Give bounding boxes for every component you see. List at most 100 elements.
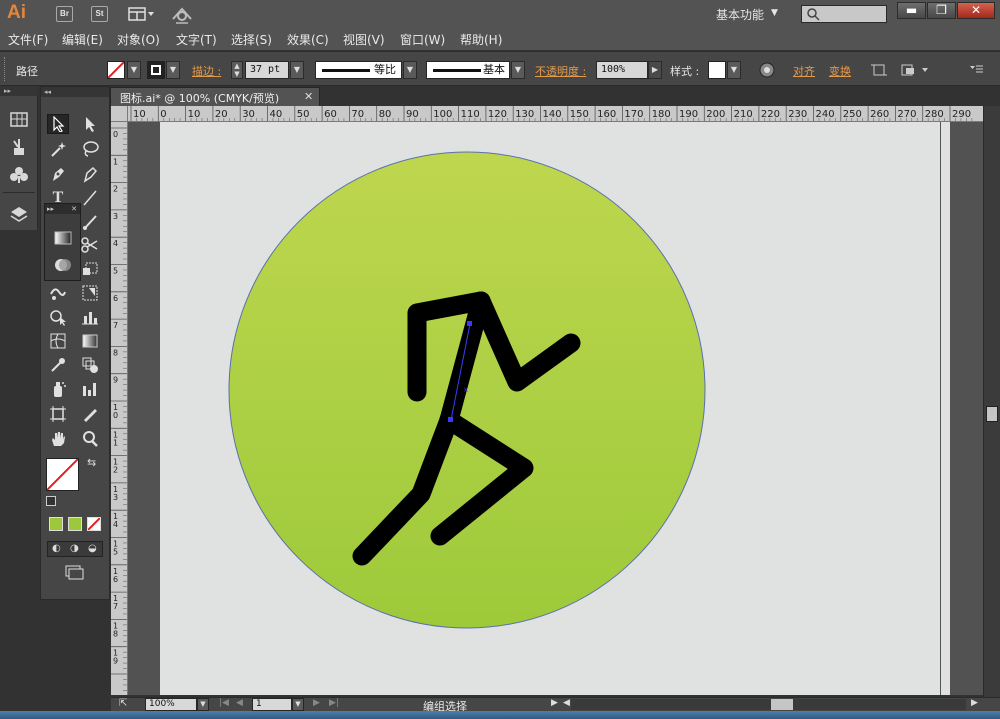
document-tab[interactable]: 图标.ai* @ 100% (CMYK/预览) ✕ bbox=[110, 87, 320, 106]
direct-selection-tool-icon[interactable] bbox=[79, 114, 101, 134]
symbol-sprayer-icon[interactable] bbox=[47, 379, 69, 399]
profile-dropdown[interactable]: ▼ bbox=[403, 61, 417, 79]
artboard[interactable] bbox=[160, 122, 950, 695]
menu-window[interactable]: 窗口(W) bbox=[400, 31, 445, 48]
scissors-icon[interactable] bbox=[79, 235, 101, 255]
artboard-dropdown[interactable]: ▼ bbox=[292, 698, 304, 711]
menu-help[interactable]: 帮助(H) bbox=[460, 31, 502, 48]
bridge-button[interactable]: Br bbox=[56, 6, 73, 22]
stroke-swatch[interactable] bbox=[147, 61, 165, 79]
draw-behind-icon[interactable]: ◑ bbox=[70, 543, 79, 554]
warp-icon[interactable] bbox=[47, 283, 69, 303]
club-icon[interactable] bbox=[10, 166, 28, 184]
menu-type[interactable]: 文字(T) bbox=[176, 31, 217, 48]
blend-icon[interactable] bbox=[79, 355, 101, 375]
stroke-weight-field[interactable]: 37 pt bbox=[245, 61, 289, 79]
artboard-number-field[interactable]: 1 bbox=[252, 698, 292, 711]
mesh-icon[interactable] bbox=[47, 331, 69, 351]
zoom-field[interactable]: 100% bbox=[145, 698, 197, 711]
brush-definition[interactable]: 基本 bbox=[426, 61, 510, 79]
vertical-scrollbar[interactable] bbox=[983, 106, 1000, 697]
stroke-weight-stepper[interactable]: ▲ ▼ bbox=[231, 61, 243, 79]
column-graph-icon[interactable] bbox=[79, 379, 101, 399]
menu-effect[interactable]: 效果(C) bbox=[287, 31, 329, 48]
minimize-button[interactable]: ▬ bbox=[897, 2, 926, 19]
transform-panel-link[interactable]: 变换 bbox=[829, 63, 851, 79]
brush-icon[interactable] bbox=[10, 138, 28, 156]
horizontal-scroll-thumb[interactable] bbox=[771, 699, 793, 710]
tools-panel-grip[interactable]: ◂◂ bbox=[41, 87, 109, 97]
lasso-icon[interactable] bbox=[79, 139, 101, 159]
default-colors-icon[interactable] bbox=[46, 496, 56, 506]
selection-tool-icon[interactable] bbox=[47, 114, 69, 134]
first-artboard-icon[interactable]: |◀ bbox=[219, 698, 229, 708]
recolor-artwork-button[interactable] bbox=[758, 61, 776, 82]
screen-mode-button[interactable] bbox=[63, 565, 85, 584]
zoom-dropdown[interactable]: ▼ bbox=[197, 698, 209, 711]
graphic-style-swatch[interactable] bbox=[708, 61, 726, 79]
stroke-weight-dropdown[interactable]: ▼ bbox=[290, 61, 304, 79]
horizontal-scrollbar[interactable] bbox=[571, 699, 966, 710]
paintbrush-icon[interactable] bbox=[79, 212, 101, 232]
draw-normal-icon[interactable]: ◐ bbox=[52, 543, 61, 554]
free-transform-icon[interactable] bbox=[79, 259, 101, 279]
menu-edit[interactable]: 编辑(E) bbox=[62, 31, 103, 48]
gradient-panel-icon[interactable] bbox=[54, 231, 72, 248]
color-mode-button[interactable] bbox=[49, 517, 63, 531]
pen-icon[interactable] bbox=[47, 164, 69, 184]
transparency-panel-icon[interactable] bbox=[54, 256, 72, 277]
vertical-ruler[interactable]: 012345678910111213141516171819 bbox=[111, 122, 128, 695]
draw-inside-icon[interactable]: ◒ bbox=[88, 543, 97, 554]
shape-builder-icon[interactable] bbox=[47, 307, 69, 327]
arrange-button[interactable] bbox=[900, 62, 930, 81]
brush-dropdown[interactable]: ▼ bbox=[511, 61, 525, 79]
hand-icon[interactable] bbox=[47, 429, 69, 449]
scroll-right-icon[interactable]: ▶ bbox=[971, 698, 978, 708]
next-artboard-icon[interactable]: ▶ bbox=[313, 698, 320, 708]
menu-file[interactable]: 文件(F) bbox=[8, 31, 48, 48]
dock-collapse-grip[interactable]: ▸▸ bbox=[0, 86, 38, 96]
vertical-scroll-thumb[interactable] bbox=[986, 406, 998, 422]
status-menu-icon[interactable]: ▶ bbox=[551, 698, 558, 708]
line-icon[interactable] bbox=[79, 188, 101, 208]
opacity-panel-link[interactable]: 不透明度 : bbox=[535, 63, 586, 79]
restore-button[interactable]: ❐ bbox=[927, 2, 956, 19]
menu-view[interactable]: 视图(V) bbox=[343, 31, 385, 48]
graphic-style-dropdown[interactable]: ▼ bbox=[727, 61, 741, 79]
previous-artboard-icon[interactable]: ◀ bbox=[236, 698, 243, 708]
gradient-icon[interactable] bbox=[79, 331, 101, 351]
arrange-documents-button[interactable] bbox=[128, 6, 156, 22]
variable-width-profile[interactable]: 等比 bbox=[315, 61, 402, 79]
fill-swatch[interactable] bbox=[107, 61, 125, 79]
grid-icon[interactable] bbox=[10, 111, 28, 129]
stroke-panel-link[interactable]: 描边 : bbox=[192, 63, 221, 79]
close-icon[interactable]: ✕ bbox=[304, 90, 313, 103]
fill-color-box[interactable] bbox=[46, 458, 79, 491]
stroke-dropdown[interactable]: ▼ bbox=[166, 61, 180, 79]
opacity-field[interactable]: 100% bbox=[596, 61, 648, 79]
chevron-down-icon[interactable]: ▼ bbox=[771, 8, 778, 18]
scroll-left-icon[interactable]: ◀ bbox=[563, 698, 570, 708]
none-mode-button[interactable] bbox=[87, 517, 101, 531]
export-icon[interactable]: ⇱ bbox=[119, 698, 127, 709]
workspace-switcher[interactable]: 基本功能 bbox=[716, 6, 764, 23]
eyedropper-icon[interactable] bbox=[47, 355, 69, 375]
panel-menu-button[interactable] bbox=[968, 62, 984, 79]
gradient-mode-button[interactable] bbox=[68, 517, 82, 531]
close-icon[interactable]: ✕ bbox=[71, 204, 77, 214]
swap-fill-stroke-icon[interactable]: ⇆ bbox=[87, 456, 96, 469]
isolate-button[interactable] bbox=[871, 62, 887, 81]
magic-wand-icon[interactable] bbox=[47, 139, 69, 159]
floating-panel-grip[interactable]: ▸▸ ✕ bbox=[45, 204, 80, 214]
ruler-origin[interactable] bbox=[111, 106, 128, 122]
menu-select[interactable]: 选择(S) bbox=[231, 31, 272, 48]
fill-dropdown[interactable]: ▼ bbox=[127, 61, 141, 79]
menu-object[interactable]: 对象(O) bbox=[117, 31, 160, 48]
opacity-slider-toggle[interactable]: ▶ bbox=[648, 61, 662, 79]
help-search-input[interactable] bbox=[801, 5, 887, 23]
gpu-performance-icon[interactable] bbox=[170, 4, 194, 24]
align-panel-link[interactable]: 对齐 bbox=[793, 63, 815, 79]
panel-grip[interactable] bbox=[4, 57, 7, 81]
graph-icon[interactable] bbox=[79, 307, 101, 327]
layers-icon[interactable] bbox=[10, 206, 28, 224]
